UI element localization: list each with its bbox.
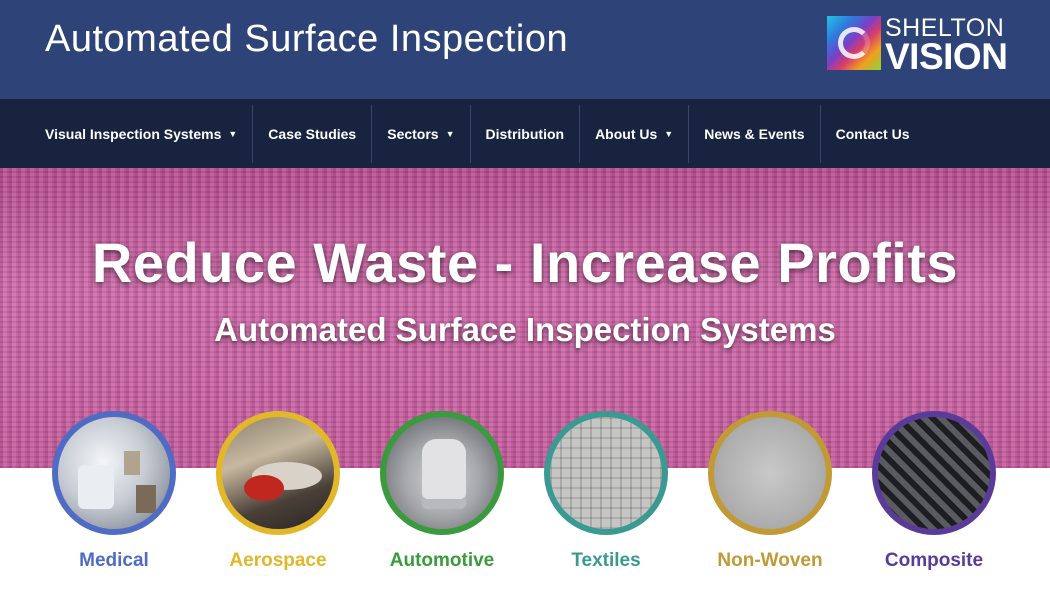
sector-aerospace[interactable]: Aerospace <box>207 411 347 581</box>
main-nav: Visual Inspection Systems ▼ Case Studies… <box>0 99 1050 168</box>
sector-automotive[interactable]: Automotive <box>371 411 511 581</box>
sector-label[interactable]: Non-Woven <box>699 550 841 572</box>
medical-image[interactable] <box>52 411 176 535</box>
nav-item-distribution[interactable]: Distribution <box>471 104 581 163</box>
nav-item-label: News & Events <box>704 125 805 142</box>
nav-item-label: Visual Inspection Systems <box>45 125 222 142</box>
sector-label[interactable]: Aerospace <box>207 550 349 572</box>
nav-item-label: Case Studies <box>268 125 357 142</box>
sector-textiles[interactable]: Textiles <box>535 411 675 581</box>
caret-down-icon: ▼ <box>228 128 238 139</box>
sector-label[interactable]: Automotive <box>371 550 513 572</box>
logo-mark-icon <box>827 16 881 70</box>
sector-label[interactable]: Medical <box>43 550 185 572</box>
composite-image[interactable] <box>872 411 996 535</box>
nav-item-contact-us[interactable]: Contact Us <box>821 105 925 163</box>
nav-item-label: Distribution <box>485 125 565 142</box>
nav-item-visual-inspection-systems[interactable]: Visual Inspection Systems ▼ <box>30 104 254 163</box>
sector-label[interactable]: Textiles <box>535 550 677 572</box>
caret-down-icon: ▼ <box>445 128 455 139</box>
caret-down-icon: ▼ <box>664 128 674 139</box>
site-header: Automated Surface Inspection SHELTON VIS… <box>0 0 1050 99</box>
shelton-vision-logo[interactable]: SHELTON VISION <box>827 14 1009 77</box>
logo-text-line2: VISION <box>885 36 1008 77</box>
nav-item-label: Sectors <box>387 125 439 142</box>
sector-composite[interactable]: Composite <box>863 411 1003 581</box>
site-title[interactable]: Automated Surface Inspection <box>45 18 568 61</box>
sector-label[interactable]: Composite <box>863 550 1005 572</box>
sector-medical[interactable]: Medical <box>43 411 183 581</box>
hero-subtitle: Automated Surface Inspection Systems <box>214 311 836 348</box>
nav-item-case-studies[interactable]: Case Studies <box>253 104 373 163</box>
aerospace-image[interactable] <box>216 411 340 535</box>
non-woven-image[interactable] <box>708 411 832 535</box>
textiles-image[interactable] <box>544 411 668 535</box>
sector-non-woven[interactable]: Non-Woven <box>699 411 839 581</box>
nav-item-label: About Us <box>595 125 658 142</box>
hero-title: Reduce Waste - Increase Profits <box>91 231 959 294</box>
nav-item-sectors[interactable]: Sectors ▼ <box>372 104 471 163</box>
automotive-image[interactable] <box>380 411 504 535</box>
nav-item-label: Contact Us <box>835 125 910 142</box>
nav-item-about-us[interactable]: About Us ▼ <box>580 104 690 163</box>
nav-item-news-events[interactable]: News & Events <box>689 104 821 163</box>
